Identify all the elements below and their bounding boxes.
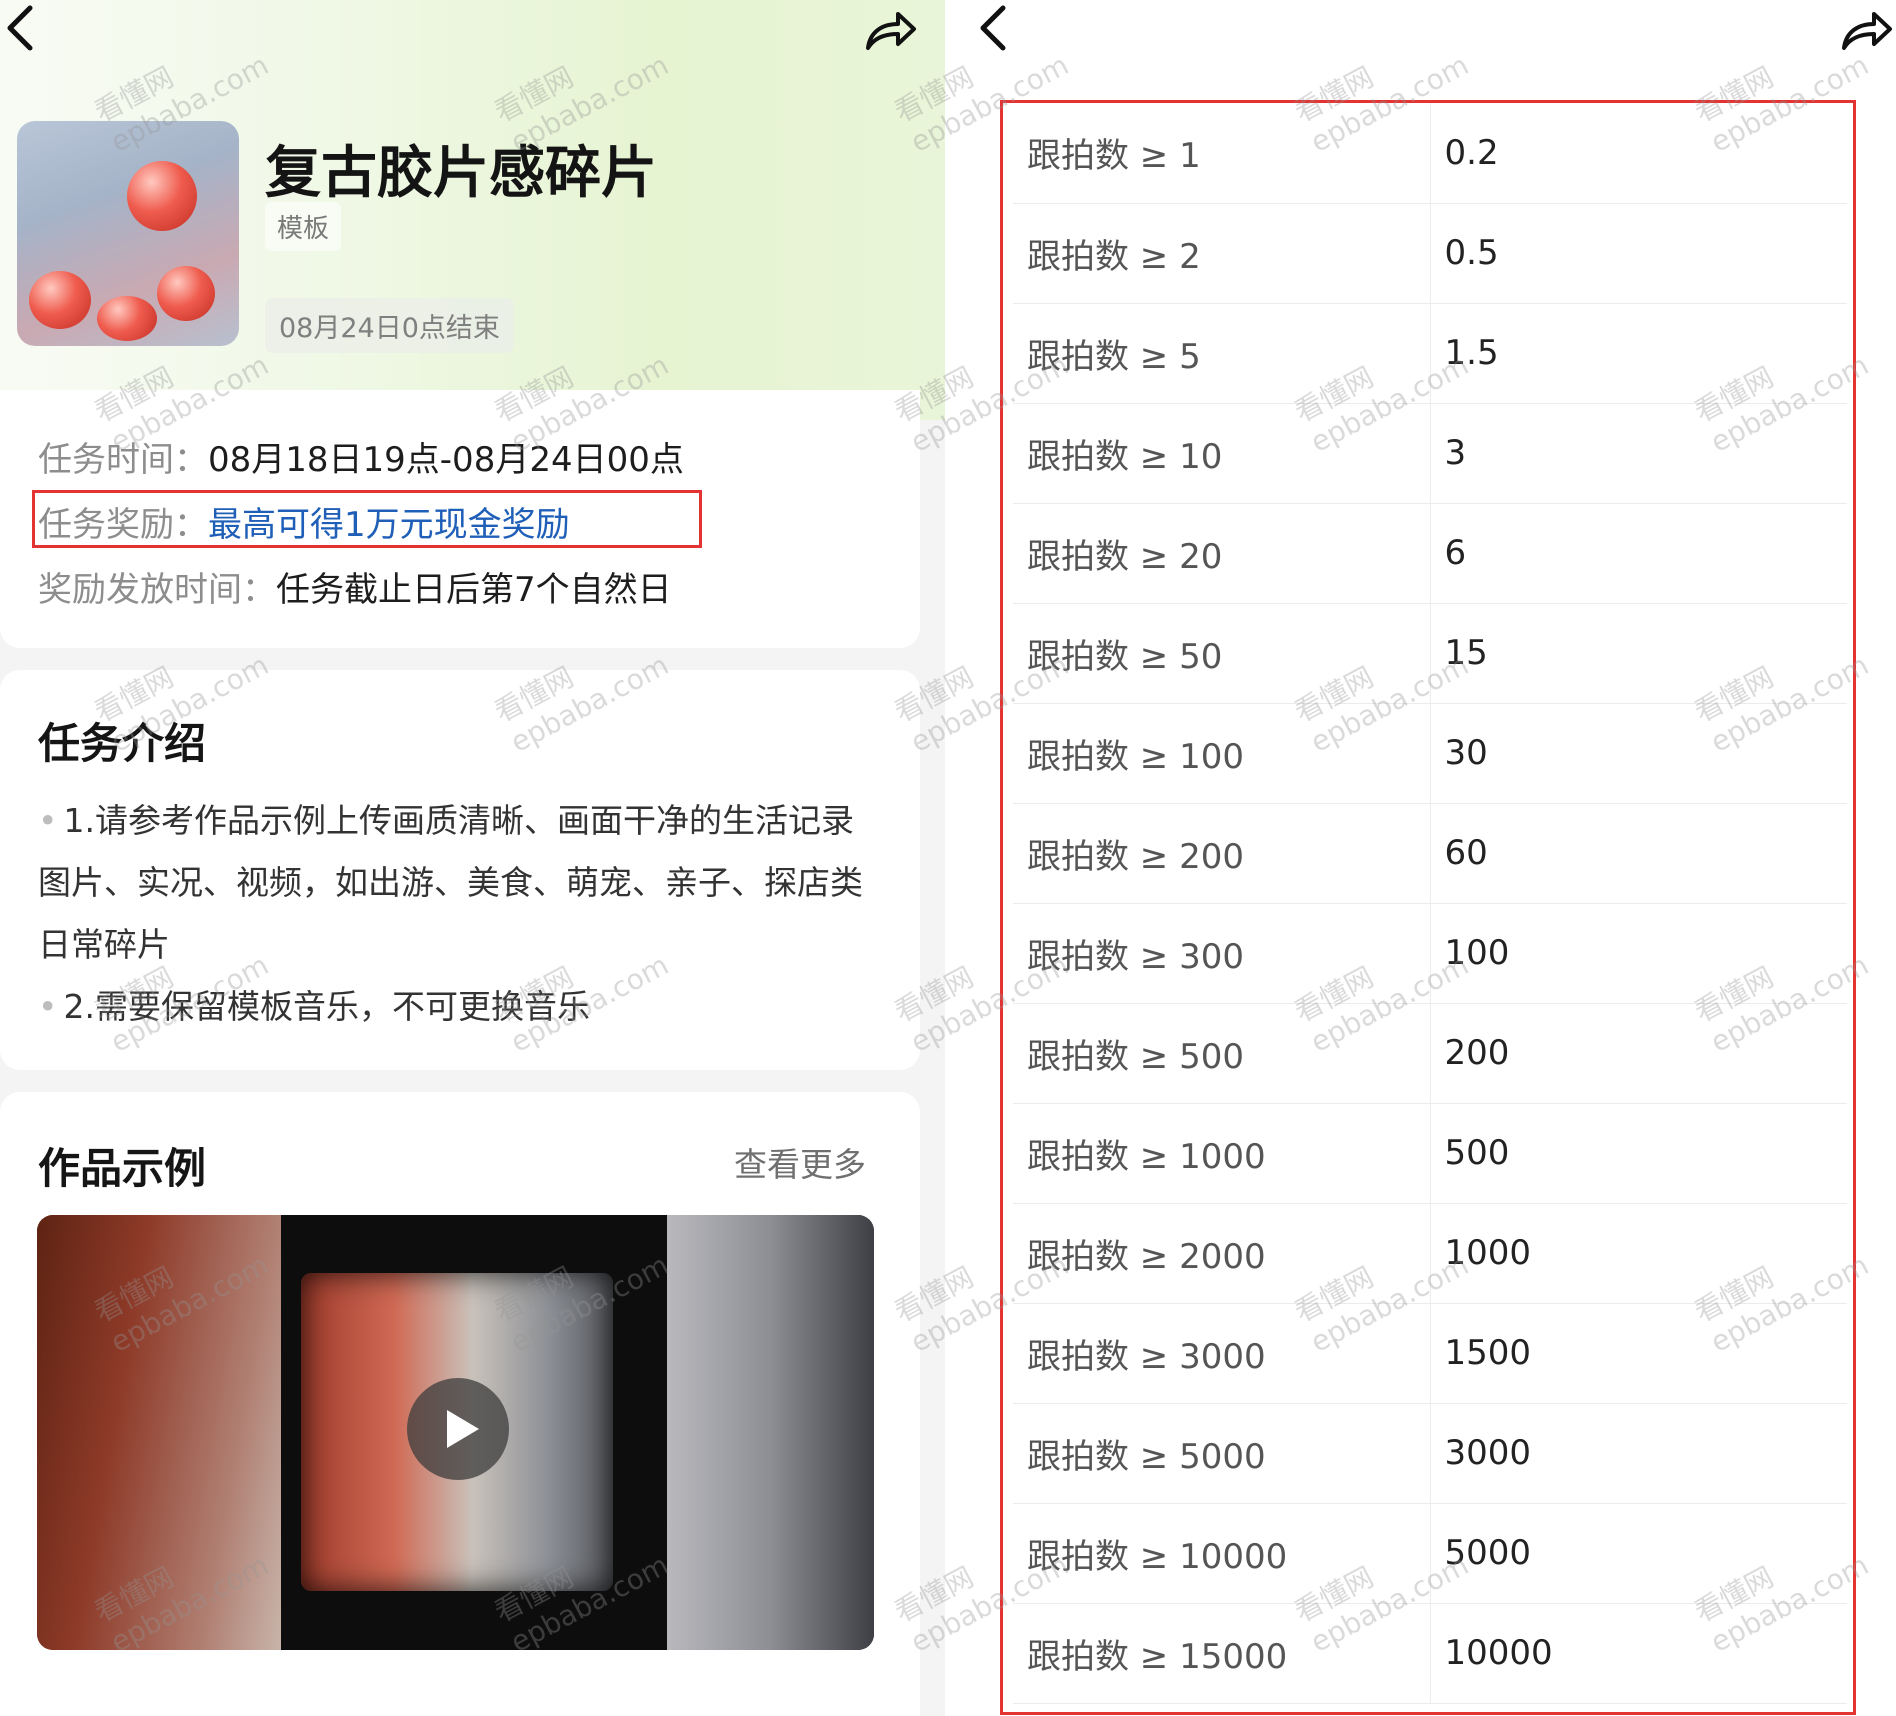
thumbnail-apple [157, 266, 215, 321]
task-time-label: 任务时间： [38, 440, 208, 480]
video-blur-right [667, 1215, 874, 1650]
thumbnail-apple [97, 296, 157, 341]
video-blur-left [37, 1215, 281, 1650]
reward-highlight-box [32, 490, 702, 548]
intro-item-text: 1.请参考作品示例上传画质清晰、画面干净的生活记录图片、实况、视频，如出游、美食… [38, 801, 863, 964]
share-arrow-icon[interactable] [862, 2, 918, 58]
chevron-left-icon[interactable] [0, 2, 56, 58]
intro-item: • 1.请参考作品示例上传画质清晰、画面干净的生活记录图片、实况、视频，如出游、美… [38, 790, 868, 976]
reward-table-highlight-box [1000, 100, 1856, 1715]
task-detail-screen: 复古胶片感碎片 模板 08月24日0点结束 任务时间：08月18日19点-08月… [0, 0, 945, 1716]
payout-time-row: 奖励发放时间：任务截止日后第7个自然日 [38, 562, 672, 611]
share-arrow-icon[interactable] [1838, 2, 1894, 58]
thumbnail-apple [127, 161, 197, 231]
page-title: 复古胶片感碎片 [265, 141, 657, 206]
play-icon[interactable] [407, 1378, 509, 1480]
template-tag: 模板 [265, 202, 342, 251]
payout-time-value: 任务截止日后第7个自然日 [276, 570, 672, 610]
deadline-badge: 08月24日0点结束 [265, 298, 514, 353]
thumbnail-apple [29, 271, 91, 329]
intro-item-text: 2.需要保留模板音乐，不可更换音乐 [63, 987, 590, 1026]
intro-list: • 1.请参考作品示例上传画质清晰、画面干净的生活记录图片、实况、视频，如出游、美… [38, 790, 868, 1038]
view-more-link[interactable]: 查看更多 [734, 1138, 866, 1186]
reward-table-screen: 跟拍数 ≥ 1 0.2 跟拍数 ≥ 2 0.5 跟拍数 ≥ 5 1.5 跟拍数 ≥ 10 3 跟… [963, 0, 1896, 1716]
chevron-left-icon[interactable] [973, 2, 1029, 58]
intro-title: 任务介绍 [38, 719, 207, 768]
task-time-row: 任务时间：08月18日19点-08月24日00点 [38, 432, 684, 481]
payout-time-label: 奖励发放时间： [38, 570, 276, 610]
example-video[interactable] [37, 1215, 874, 1650]
bullet-icon: • [38, 987, 58, 1026]
bullet-icon: • [38, 801, 58, 840]
intro-item: • 2.需要保留模板音乐，不可更换音乐 [38, 976, 868, 1038]
examples-title: 作品示例 [38, 1144, 207, 1193]
template-thumbnail[interactable] [17, 121, 239, 346]
task-time-value: 08月18日19点-08月24日00点 [208, 440, 684, 480]
